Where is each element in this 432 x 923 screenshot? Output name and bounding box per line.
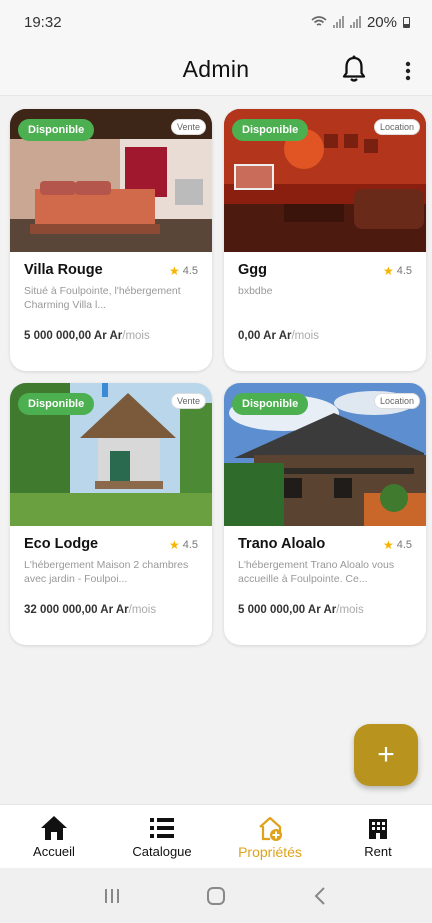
more-options-icon[interactable] xyxy=(400,56,416,84)
status-icons: 20% xyxy=(311,14,410,31)
property-description: Situé à Foulpointe, l'hébergement Charmi… xyxy=(24,285,181,311)
recent-apps-button[interactable] xyxy=(97,881,127,911)
bell-icon[interactable] xyxy=(340,54,368,84)
property-photo: Disponible Vente xyxy=(10,109,212,252)
property-description: L'hébergement Trano Aloalo vous accueill… xyxy=(238,559,395,585)
property-rating: ★ 4.5 xyxy=(169,538,198,552)
type-badge: Vente xyxy=(170,393,206,409)
property-rating: ★ 4.5 xyxy=(169,264,198,278)
property-description: bxbdbe xyxy=(238,285,273,297)
type-badge: Location xyxy=(373,119,420,135)
card-body: Eco Lodge ★ 4.5 L'hébergement Maison 2 ch… xyxy=(10,526,212,616)
property-card[interactable]: Disponible Vente Villa Rouge ★ 4.5 Situé … xyxy=(10,109,212,371)
home-button[interactable] xyxy=(201,881,231,911)
back-button[interactable] xyxy=(305,881,335,911)
price-value: 32 000 000,00 Ar Ar xyxy=(24,604,129,616)
rating-value: 4.5 xyxy=(396,265,412,277)
nav-label: Propriétés xyxy=(238,843,302,860)
property-price: 32 000 000,00 Ar Ar/mois xyxy=(24,604,156,616)
star-icon: ★ xyxy=(382,264,394,278)
price-period: /mois xyxy=(128,604,157,616)
card-body: Villa Rouge ★ 4.5 Situé à Foulpointe, l'h… xyxy=(10,252,212,342)
nav-label: Catalogue xyxy=(132,844,192,859)
property-photo: Disponible Location xyxy=(224,109,426,252)
card-body: Ggg ★ 4.5 bxbdbe 0,00 Ar Ar/mois xyxy=(224,252,426,342)
property-grid: Disponible Vente Villa Rouge ★ 4.5 Situé … xyxy=(10,109,426,645)
card-body: Trano Aloalo ★ 4.5 L'hébergement Trano Al… xyxy=(224,526,426,616)
app-header: Admin xyxy=(0,44,432,96)
bottom-nav: Accueil Catalogue Propriétés Rent xyxy=(0,804,432,868)
back-icon xyxy=(314,886,325,905)
home-icon xyxy=(41,816,67,840)
property-price: 0,00 Ar Ar/mois xyxy=(238,330,319,342)
star-icon: ★ xyxy=(168,264,180,278)
property-photo: Disponible Vente xyxy=(10,383,212,526)
nav-item-accueil[interactable]: Accueil xyxy=(0,805,108,868)
plus-icon: + xyxy=(377,738,395,771)
price-value: 5 000 000,00 Ar Ar xyxy=(24,330,123,342)
nav-item-rent[interactable]: Rent xyxy=(324,805,432,868)
price-period: /mois xyxy=(291,330,319,342)
nav-item-proprietes[interactable]: Propriétés xyxy=(216,805,324,868)
nav-label: Accueil xyxy=(33,844,75,859)
available-badge: Disponible xyxy=(232,393,309,415)
price-value: 5 000 000,00 Ar Ar xyxy=(238,604,337,616)
price-value: 0,00 Ar Ar xyxy=(238,330,292,342)
add-property-button[interactable]: + xyxy=(354,724,418,786)
rating-value: 4.5 xyxy=(182,265,198,277)
building-icon xyxy=(369,819,387,839)
recent-apps-icon xyxy=(105,888,119,903)
battery-icon xyxy=(403,16,410,28)
status-bar: 19:32 20% xyxy=(0,0,432,44)
star-icon: ★ xyxy=(168,538,180,552)
type-badge: Vente xyxy=(170,119,206,135)
price-period: /mois xyxy=(336,604,364,616)
signal-icon xyxy=(332,16,344,28)
property-card[interactable]: Disponible Location Ggg ★ 4.5 bxbdbe 0,00… xyxy=(224,109,426,371)
property-rating: ★ 4.5 xyxy=(383,264,412,278)
available-badge: Disponible xyxy=(18,393,95,415)
signal-icon-2 xyxy=(349,16,361,28)
property-description: L'hébergement Maison 2 chambres avec jar… xyxy=(24,559,189,585)
rating-value: 4.5 xyxy=(396,539,412,551)
page-title: Admin xyxy=(182,56,250,82)
nav-label: Rent xyxy=(364,844,392,859)
available-badge: Disponible xyxy=(232,119,309,141)
price-period: /mois xyxy=(122,330,150,342)
rating-value: 4.5 xyxy=(182,539,198,551)
property-price: 5 000 000,00 Ar Ar/mois xyxy=(238,604,364,616)
system-nav-bar xyxy=(0,868,432,923)
star-icon: ★ xyxy=(382,538,394,552)
available-badge: Disponible xyxy=(18,119,95,141)
nav-item-catalogue[interactable]: Catalogue xyxy=(108,805,216,868)
property-card[interactable]: Disponible Location Trano Aloalo ★ 4.5 L'… xyxy=(224,383,426,645)
property-card[interactable]: Disponible Vente Eco Lodge ★ 4.5 L'héberg… xyxy=(10,383,212,645)
type-badge: Location xyxy=(373,393,420,409)
list-icon xyxy=(150,818,174,838)
property-rating: ★ 4.5 xyxy=(383,538,412,552)
property-photo: Disponible Location xyxy=(224,383,426,526)
battery-percent: 20% xyxy=(366,13,397,31)
wifi-icon xyxy=(311,16,327,26)
status-time: 19:32 xyxy=(24,13,62,31)
property-price: 5 000 000,00 Ar Ar/mois xyxy=(24,330,150,342)
house-add-icon xyxy=(259,816,282,841)
home-circle-icon xyxy=(207,886,225,905)
